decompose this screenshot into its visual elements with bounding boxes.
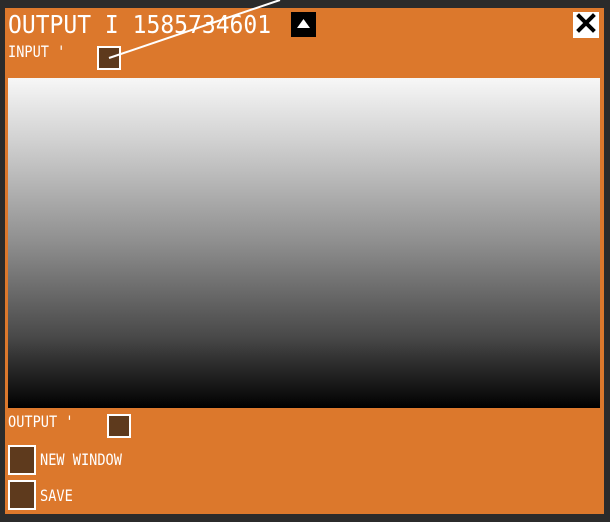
new-window-checkbox[interactable] xyxy=(8,445,36,475)
collapse-button[interactable] xyxy=(291,12,316,37)
output-port[interactable] xyxy=(107,414,131,438)
save-label: SAVE xyxy=(40,486,73,505)
input-label: INPUT ' xyxy=(8,42,66,61)
save-checkbox[interactable] xyxy=(8,480,36,510)
node-title: OUTPUT I 1585734601 xyxy=(8,10,272,39)
output-preview xyxy=(8,78,600,408)
output-label: OUTPUT ' xyxy=(8,412,74,431)
close-icon xyxy=(576,13,596,37)
output-node-panel: OUTPUT I 1585734601 INPUT ' OUTPUT ' NEW… xyxy=(5,8,604,514)
chevron-up-icon xyxy=(295,15,312,34)
close-button[interactable] xyxy=(573,12,599,38)
input-port[interactable] xyxy=(97,46,121,70)
new-window-label: NEW WINDOW xyxy=(40,450,122,469)
